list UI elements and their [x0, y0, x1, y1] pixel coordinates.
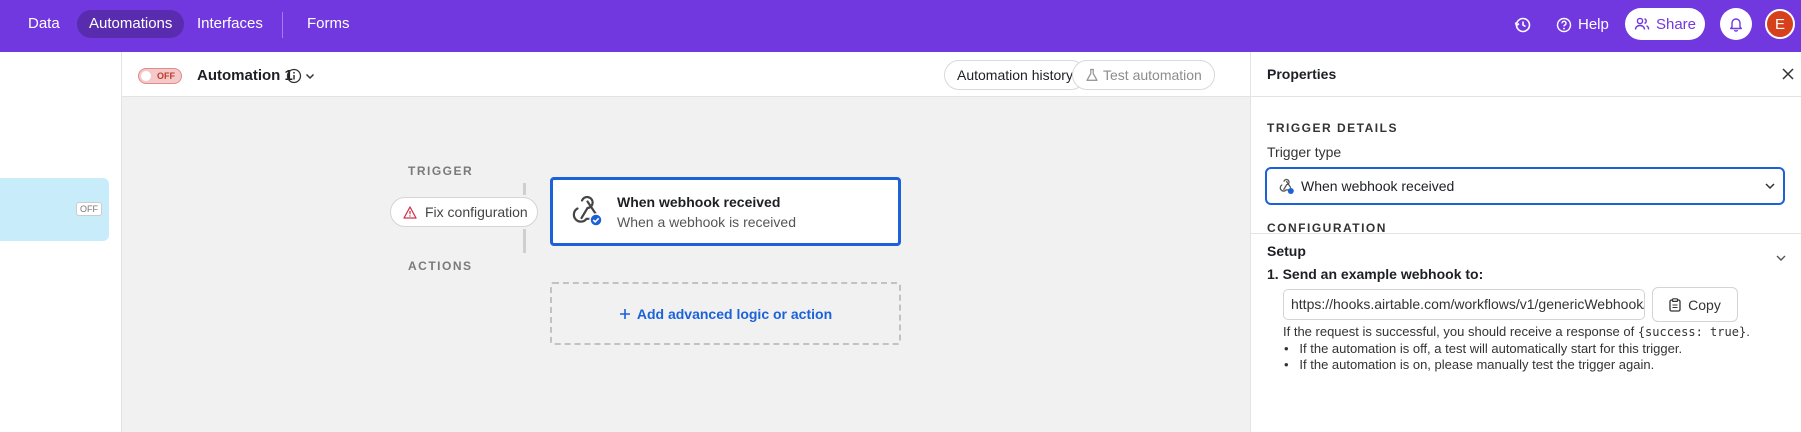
top-nav: Data Automations Interfaces Forms Help S…	[0, 0, 1801, 52]
toggle-knob	[141, 71, 151, 81]
history-icon[interactable]	[1512, 14, 1534, 36]
automation-toolbar: OFF Automation 1 Automation history Test…	[122, 52, 1250, 97]
copy-button[interactable]: Copy	[1652, 287, 1738, 322]
bullet-text: If the automation is off, a test will au…	[1299, 341, 1683, 356]
tab-forms[interactable]: Forms	[295, 10, 362, 38]
plus-icon	[619, 308, 630, 319]
chevron-down-icon[interactable]	[1775, 253, 1787, 263]
trigger-type-select[interactable]: When webhook received	[1265, 167, 1785, 205]
test-automation-label: Test automation	[1103, 67, 1202, 83]
copy-label: Copy	[1688, 296, 1721, 313]
list-item: • If the automation is on, please manual…	[1284, 357, 1655, 372]
note-text: If the request is successful, you should…	[1283, 324, 1638, 339]
close-icon[interactable]	[1781, 67, 1795, 81]
connector-line	[523, 183, 526, 195]
fix-configuration-button[interactable]: Fix configuration	[390, 197, 538, 227]
trigger-section-label: TRIGGER	[408, 164, 474, 178]
automation-list-item[interactable]: OFF	[0, 178, 109, 241]
share-label: Share	[1655, 15, 1697, 33]
warning-icon	[403, 205, 417, 219]
info-icon	[286, 68, 302, 84]
trigger-card[interactable]: When webhook received When a webhook is …	[550, 177, 901, 246]
webhook-icon	[572, 195, 603, 227]
bullet-text: If the automation is on, please manually…	[1299, 357, 1655, 372]
trigger-type-label: Trigger type	[1267, 144, 1342, 160]
automation-name[interactable]: Automation 1	[197, 66, 293, 86]
tab-data[interactable]: Data	[16, 10, 72, 38]
flask-icon	[1086, 68, 1098, 81]
trigger-details-heading: TRIGGER DETAILS	[1267, 121, 1398, 135]
trigger-title: When webhook received	[617, 194, 781, 210]
notifications-button[interactable]	[1720, 8, 1752, 40]
trigger-type-value: When webhook received	[1301, 178, 1455, 194]
add-action-label: Add advanced logic or action	[636, 305, 833, 322]
webhook-icon	[1279, 178, 1294, 194]
bell-icon	[1730, 18, 1742, 32]
properties-title: Properties	[1267, 66, 1337, 82]
chevron-down-icon	[305, 73, 315, 80]
status-badge: OFF	[76, 202, 102, 216]
help-icon	[1556, 17, 1572, 33]
help-button[interactable]: Help	[1556, 12, 1609, 38]
share-button[interactable]: Share	[1625, 8, 1705, 40]
configuration-heading: CONFIGURATION	[1267, 221, 1387, 235]
fix-configuration-label: Fix configuration	[425, 204, 528, 220]
webhook-url-field[interactable]: https://hooks.airtable.com/workflows/v1/…	[1283, 289, 1645, 320]
automation-history-button[interactable]: Automation history	[944, 60, 1086, 90]
actions-section-label: ACTIONS	[408, 259, 473, 273]
tab-automations[interactable]: Automations	[77, 10, 185, 38]
trigger-subtitle: When a webhook is received	[617, 214, 796, 230]
nav-divider	[282, 12, 283, 38]
avatar[interactable]: E	[1765, 9, 1795, 39]
chevron-down-icon	[1765, 183, 1775, 190]
tab-interfaces[interactable]: Interfaces	[185, 10, 275, 38]
note-suffix: .	[1746, 324, 1750, 339]
add-action-button[interactable]: Add advanced logic or action	[550, 282, 901, 345]
automation-info-button[interactable]	[286, 66, 320, 86]
list-item: • If the automation is off, a test will …	[1284, 341, 1683, 356]
note-code: {success: true}	[1637, 325, 1747, 339]
automation-toggle[interactable]: OFF	[138, 68, 182, 84]
properties-panel: Properties TRIGGER DETAILS Trigger type …	[1250, 52, 1801, 432]
setup-heading: Setup	[1267, 243, 1306, 259]
users-icon	[1634, 17, 1650, 30]
step-1-label: 1. Send an example webhook to:	[1267, 266, 1484, 282]
test-automation-button[interactable]: Test automation	[1072, 60, 1215, 90]
properties-header: Properties	[1251, 52, 1801, 97]
webhook-note: If the request is successful, you should…	[1283, 324, 1750, 339]
clipboard-icon	[1669, 297, 1681, 312]
automation-list-panel: OFF	[0, 52, 122, 432]
help-label: Help	[1578, 16, 1609, 33]
toggle-label: OFF	[157, 71, 175, 81]
automation-canvas	[122, 97, 1250, 432]
connector-line	[523, 229, 526, 253]
